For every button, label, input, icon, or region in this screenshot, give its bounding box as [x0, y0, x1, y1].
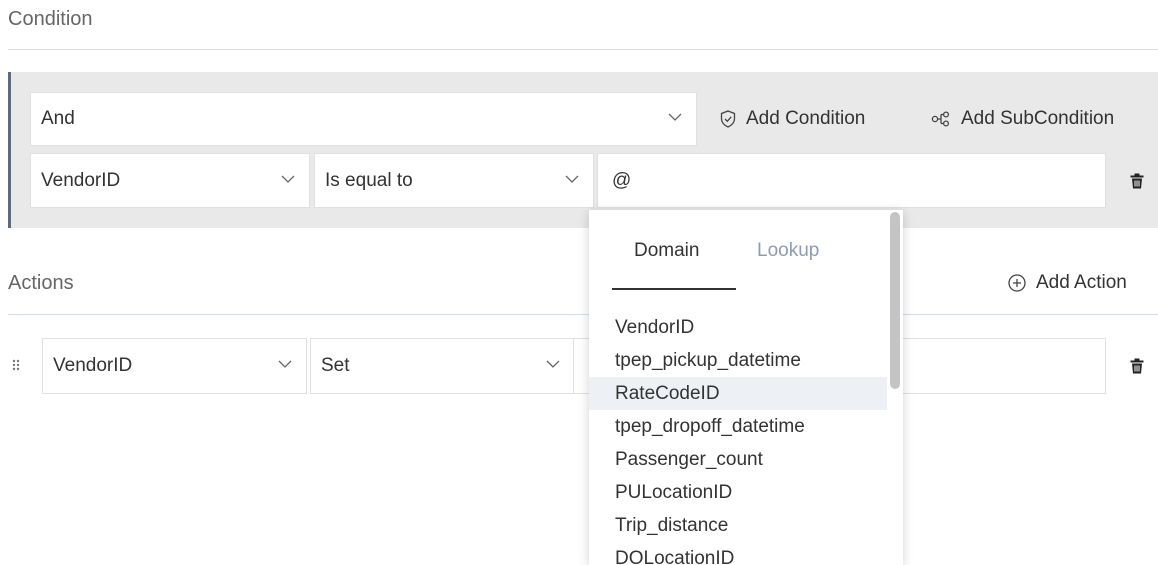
actions-divider	[8, 314, 1158, 315]
condition-field-select[interactable]: VendorID	[30, 153, 310, 208]
add-condition-button[interactable]: Add Condition	[720, 106, 865, 132]
plus-circle-icon	[1008, 274, 1026, 292]
chevron-down-icon	[278, 357, 292, 371]
delete-action-button[interactable]	[1130, 358, 1144, 374]
list-item[interactable]: VendorID	[589, 311, 887, 344]
condition-section-title: Condition	[8, 8, 93, 30]
add-action-label: Add Action	[1036, 272, 1127, 293]
chevron-down-icon	[281, 172, 295, 186]
logic-operator-select[interactable]: And	[30, 92, 697, 146]
action-field-select[interactable]: VendorID	[42, 338, 307, 394]
scrollbar-thumb[interactable]	[890, 212, 900, 389]
tab-domain[interactable]: Domain	[634, 240, 699, 262]
shield-check-icon	[720, 110, 736, 128]
condition-value-text: @	[612, 169, 632, 191]
list-item[interactable]: tpep_pickup_datetime	[589, 344, 887, 377]
add-action-button[interactable]: Add Action	[1008, 270, 1127, 296]
condition-operator-select[interactable]: Is equal to	[314, 153, 594, 208]
condition-divider	[8, 49, 1158, 50]
condition-operator-value: Is equal to	[325, 169, 413, 191]
tab-lookup[interactable]: Lookup	[757, 240, 819, 262]
list-item[interactable]: PULocationID	[589, 476, 887, 509]
logic-operator-value: And	[41, 108, 75, 129]
condition-value-input[interactable]: @	[597, 153, 1106, 208]
action-field-value: VendorID	[53, 355, 133, 376]
delete-condition-button[interactable]	[1130, 173, 1144, 189]
action-operation-select[interactable]: Set	[310, 338, 575, 394]
add-condition-label: Add Condition	[746, 108, 866, 129]
popup-scrollbar[interactable]	[888, 210, 902, 565]
trash-icon	[1130, 358, 1144, 374]
add-subcondition-label: Add SubCondition	[961, 108, 1115, 129]
autocomplete-popup: Domain Lookup VendorID tpep_pickup_datet…	[589, 210, 903, 565]
chevron-down-icon	[565, 172, 579, 186]
action-operation-value: Set	[321, 355, 350, 376]
list-item-highlighted[interactable]: RateCodeID	[589, 377, 887, 410]
actions-section-title: Actions	[8, 272, 74, 294]
list-item[interactable]: Passenger_count	[589, 443, 887, 476]
active-tab-indicator	[612, 288, 736, 290]
trash-icon	[1130, 173, 1144, 189]
condition-field-value: VendorID	[41, 169, 121, 191]
chevron-down-icon	[546, 357, 560, 371]
drag-handle-icon[interactable]	[11, 358, 21, 372]
list-item[interactable]: Trip_distance	[589, 509, 887, 542]
list-item[interactable]: tpep_dropoff_datetime	[589, 410, 887, 443]
add-subcondition-button[interactable]: Add SubCondition	[931, 106, 1114, 132]
list-item[interactable]: DOLocationID	[589, 542, 887, 565]
chevron-down-icon	[668, 110, 682, 124]
hierarchy-icon	[931, 111, 950, 127]
